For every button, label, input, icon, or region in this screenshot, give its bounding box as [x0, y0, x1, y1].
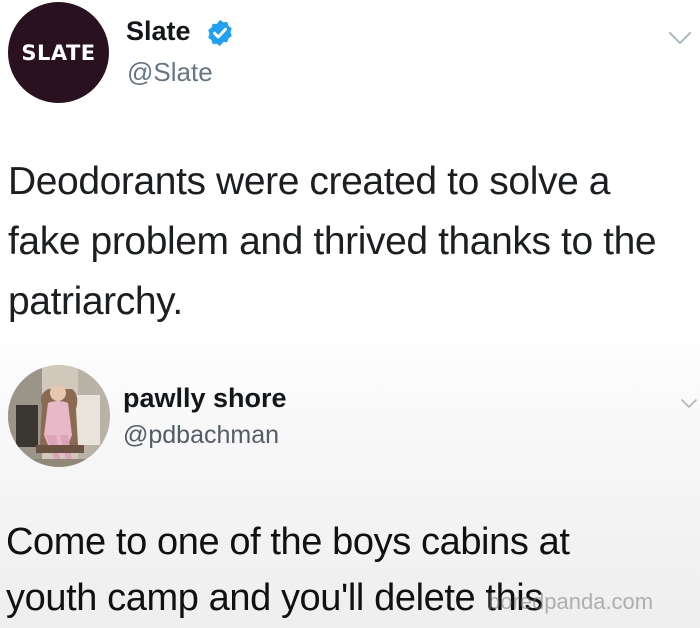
author-display-name[interactable]: Slate: [126, 16, 191, 47]
chevron-down-icon[interactable]: [668, 30, 692, 46]
avatar[interactable]: SLATE: [8, 2, 109, 103]
tweet-text-line: fake problem and thrived thanks to the: [8, 220, 657, 263]
watermark: boredpanda.com: [488, 589, 654, 614]
reply-text-line: Come to one of the boys cabins at: [6, 521, 570, 563]
screenshot-canvas: SLATE Slate @Slate Deodorants were creat…: [0, 0, 700, 628]
tweet-header: SLATE Slate @Slate: [0, 0, 700, 110]
tweet-text-line: Deodorants were created to solve a: [8, 160, 611, 203]
tweet-text-line: patriarchy.: [8, 280, 183, 323]
verified-badge-icon: [208, 19, 232, 47]
chevron-down-icon[interactable]: [680, 398, 698, 410]
slate-logo: SLATE: [21, 40, 96, 65]
author-handle[interactable]: @Slate: [127, 57, 213, 88]
tweet-text: Deodorants were created to solve a fake …: [8, 152, 694, 332]
reply-handle[interactable]: @pdbachman: [123, 421, 279, 450]
person-photo-icon: [8, 365, 110, 467]
reply-display-name[interactable]: pawlly shore: [123, 383, 287, 414]
reply-avatar[interactable]: [8, 365, 110, 467]
